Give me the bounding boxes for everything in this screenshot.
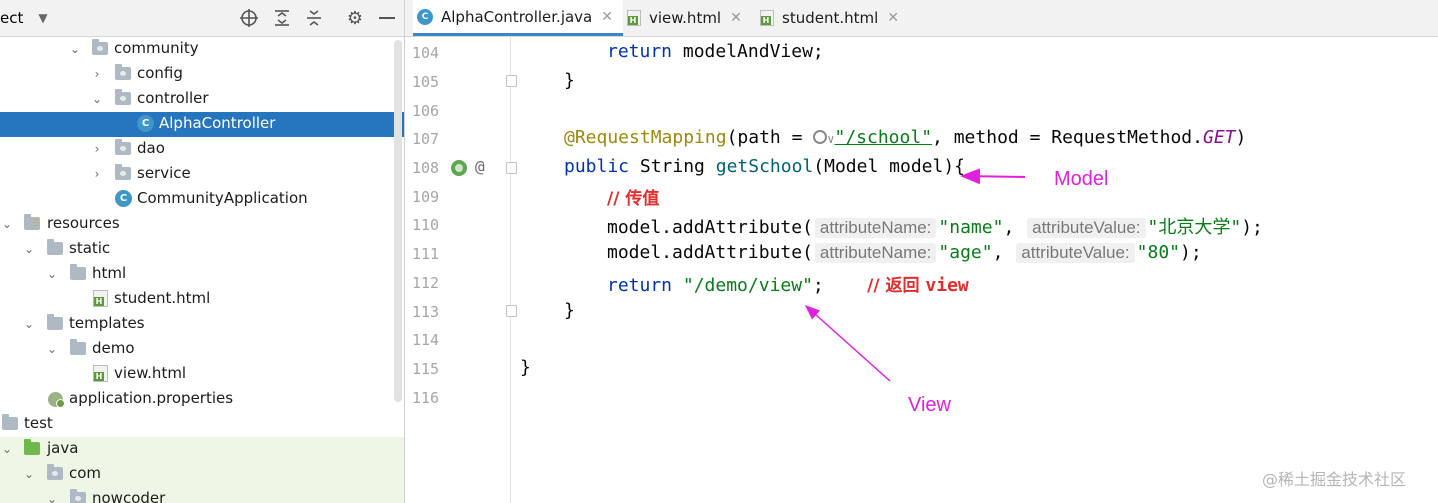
annotation-arrows bbox=[804, 168, 1026, 382]
view-annotation: View bbox=[908, 394, 951, 416]
model-annotation: Model bbox=[1054, 168, 1109, 190]
view-arrow bbox=[804, 305, 891, 382]
model-arrow bbox=[960, 168, 1026, 185]
watermark: @稀土掘金技术社区 bbox=[1262, 470, 1407, 489]
